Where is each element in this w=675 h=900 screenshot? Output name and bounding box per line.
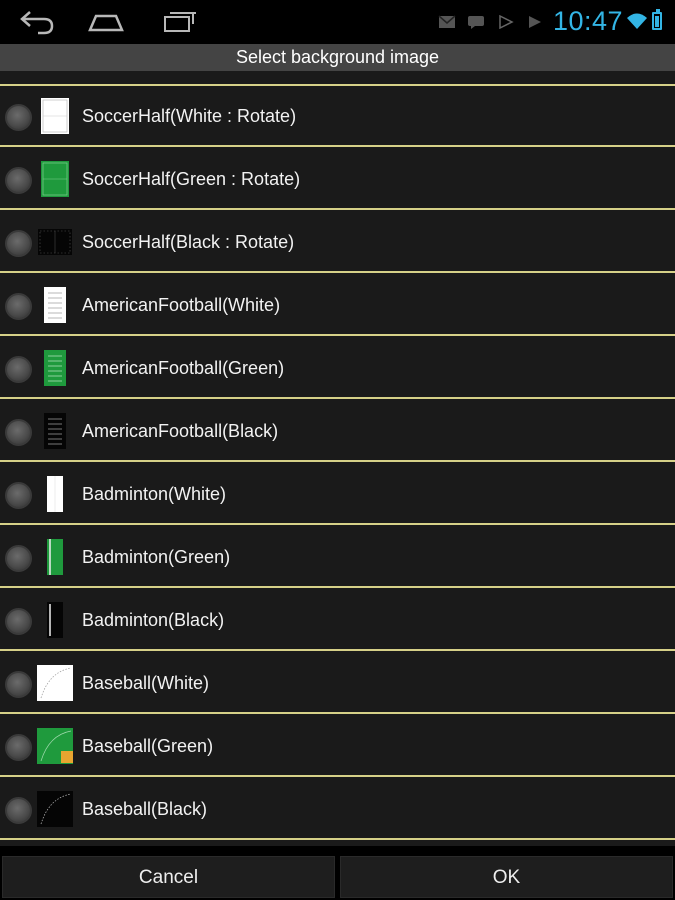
soccer-black-thumbnail: [38, 229, 72, 255]
badminton-green-thumbnail: [47, 539, 63, 575]
back-button[interactable]: [10, 6, 66, 38]
soccer-white-thumbnail: [41, 98, 69, 134]
radio-button[interactable]: [5, 104, 32, 131]
radio-button[interactable]: [5, 356, 32, 383]
list-item[interactable]: Badminton(Black): [0, 590, 675, 651]
chat-icon: [468, 16, 484, 29]
list-item[interactable]: SoccerHalf(White : Rotate): [0, 86, 675, 147]
radio-button[interactable]: [5, 545, 32, 572]
list-item[interactable]: AmericanFootball(White): [0, 275, 675, 336]
play-store-icon: [499, 15, 514, 29]
battery-icon: [652, 9, 662, 30]
list-item[interactable]: AmericanFootball(Green): [0, 338, 675, 399]
list-item[interactable]: Baseball(White): [0, 653, 675, 714]
radio-button[interactable]: [5, 167, 32, 194]
badminton-black-thumbnail: [47, 602, 63, 638]
soccer-green-thumbnail: [41, 161, 69, 197]
list-item[interactable]: Baseball(Black): [0, 779, 675, 840]
cancel-button[interactable]: Cancel: [2, 856, 335, 898]
home-icon: [88, 14, 124, 32]
radio-button[interactable]: [5, 419, 32, 446]
back-icon: [20, 11, 54, 35]
list-item-label: Baseball(Green): [82, 736, 214, 756]
list-item-label: SoccerHalf(Green : Rotate): [82, 169, 301, 189]
list-item-label: AmericanFootball(Green): [82, 358, 285, 378]
background-image-list[interactable]: SoccerHalf(White : Rotate) SoccerHalf(Gr…: [0, 71, 675, 846]
list-item[interactable]: Baseball(Green): [0, 716, 675, 777]
list-item-label: Badminton(Green): [82, 547, 231, 567]
list-item-label: AmericanFootball(White): [82, 295, 281, 315]
dialog-button-bar: Cancel OK: [0, 846, 675, 900]
wifi-icon: [627, 13, 647, 29]
recent-apps-button[interactable]: [150, 6, 206, 38]
list-item-label: Badminton(White): [82, 484, 227, 504]
radio-button[interactable]: [5, 482, 32, 509]
football-green-thumbnail: [44, 350, 66, 386]
system-bar: 10:47: [0, 0, 675, 44]
gmail-icon: [438, 15, 456, 28]
dialog-title: Select background image: [0, 44, 675, 71]
home-button[interactable]: [78, 6, 134, 38]
list-item[interactable]: SoccerHalf(Black : Rotate): [0, 212, 675, 273]
list-item-label: Badminton(Black): [82, 610, 225, 630]
radio-button[interactable]: [5, 671, 32, 698]
radio-button[interactable]: [5, 797, 32, 824]
list-item-label: Baseball(White): [82, 673, 210, 693]
radio-button[interactable]: [5, 734, 32, 761]
list-item[interactable]: AmericanFootball(Black): [0, 401, 675, 462]
football-white-thumbnail: [44, 287, 66, 323]
football-black-thumbnail: [44, 413, 66, 449]
play-store-icon: [529, 16, 541, 28]
list-item-label: Baseball(Black): [82, 799, 208, 819]
list-item[interactable]: Badminton(Green): [0, 527, 675, 588]
list-item[interactable]: Badminton(White): [0, 464, 675, 525]
baseball-green-thumbnail: [37, 728, 73, 764]
ok-button[interactable]: OK: [340, 856, 673, 898]
baseball-white-thumbnail: [37, 665, 73, 701]
baseball-black-thumbnail: [37, 791, 73, 827]
list-item[interactable]: SoccerHalf(Green : Rotate): [0, 149, 675, 210]
radio-button[interactable]: [5, 608, 32, 635]
radio-button[interactable]: [5, 293, 32, 320]
list-item-label: AmericanFootball(Black): [82, 421, 279, 441]
list-item-label: SoccerHalf(Black : Rotate): [82, 232, 295, 252]
badminton-white-thumbnail: [47, 476, 63, 512]
status-clock: 10:47: [553, 6, 624, 36]
list-item-label: SoccerHalf(White : Rotate): [82, 106, 297, 126]
radio-button[interactable]: [5, 230, 32, 257]
